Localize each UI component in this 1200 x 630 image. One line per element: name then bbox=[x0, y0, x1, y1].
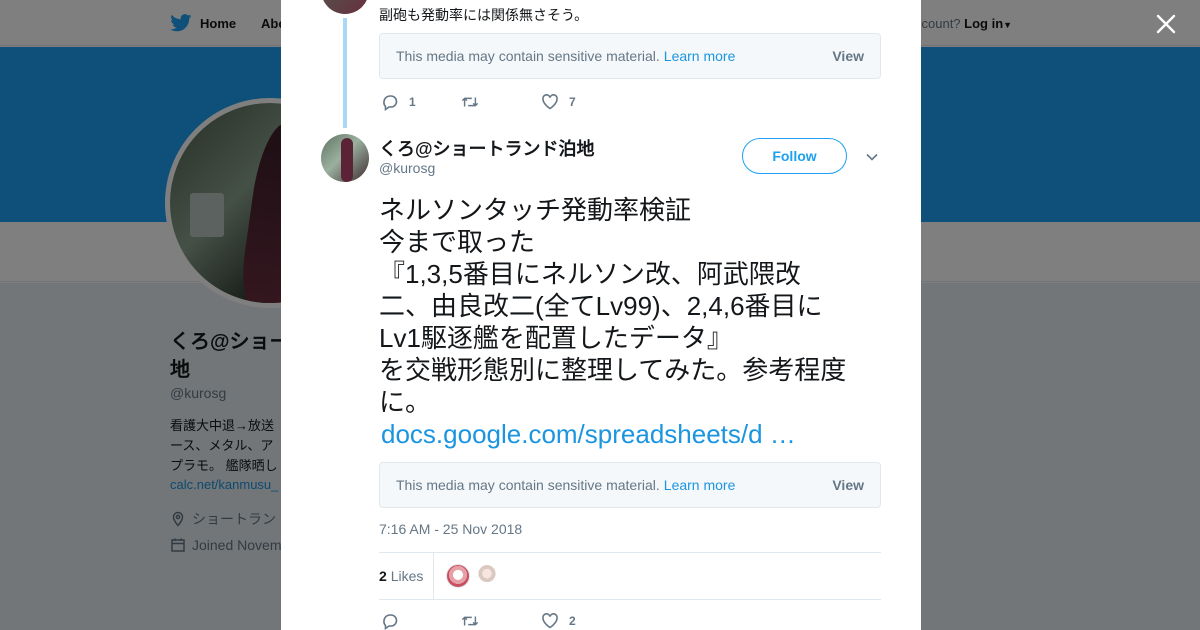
author-avatar[interactable] bbox=[321, 134, 369, 182]
heart-icon bbox=[542, 613, 558, 629]
reply-button[interactable]: 1 bbox=[381, 93, 461, 111]
likes-number: 2 bbox=[379, 568, 387, 584]
stats-divider bbox=[433, 553, 434, 599]
sensitive-media-text: This media may contain sensitive materia… bbox=[396, 477, 660, 493]
previous-tweet-text: 副砲も発動率には関係無さそう。 bbox=[379, 7, 589, 23]
sensitive-media-notice: This media may contain sensitive materia… bbox=[379, 33, 881, 79]
tweet-stats: 2 Likes bbox=[379, 552, 881, 600]
like-count: 7 bbox=[569, 95, 576, 109]
like-button[interactable]: 7 bbox=[541, 93, 621, 111]
tweet-modal: 副砲も発動率には関係無さそう。 This media may contain s… bbox=[281, 0, 921, 630]
reply-button[interactable] bbox=[381, 612, 461, 630]
retweet-icon bbox=[461, 97, 479, 107]
close-button[interactable] bbox=[1152, 10, 1180, 38]
liker-avatar[interactable] bbox=[475, 564, 499, 588]
tweet-link[interactable]: docs.google.com/spreadsheets/d … bbox=[381, 418, 796, 450]
thread-connector bbox=[343, 18, 347, 128]
previous-tweet-actions: 1 7 bbox=[381, 93, 621, 111]
reply-icon bbox=[383, 95, 398, 111]
learn-more-link[interactable]: Learn more bbox=[664, 477, 736, 493]
learn-more-link[interactable]: Learn more bbox=[664, 48, 736, 64]
retweet-icon bbox=[461, 616, 479, 626]
likes-label: Likes bbox=[390, 568, 424, 584]
author-name[interactable]: くろ@ショートランド泊地 bbox=[379, 135, 595, 161]
chevron-down-icon[interactable] bbox=[865, 150, 879, 164]
retweet-button[interactable] bbox=[461, 93, 541, 111]
tweet-timestamp[interactable]: 7:16 AM - 25 Nov 2018 bbox=[379, 521, 522, 537]
retweet-button[interactable] bbox=[461, 612, 541, 630]
view-media-button[interactable]: View bbox=[832, 48, 864, 64]
avatar-guitar bbox=[341, 138, 353, 182]
sensitive-media-notice: This media may contain sensitive materia… bbox=[379, 462, 881, 508]
sensitive-media-message: This media may contain sensitive materia… bbox=[396, 477, 735, 493]
previous-tweet-avatar[interactable] bbox=[321, 0, 369, 14]
close-icon bbox=[1156, 14, 1176, 34]
reply-count: 1 bbox=[409, 95, 416, 109]
heart-icon bbox=[542, 94, 558, 110]
sensitive-media-text: This media may contain sensitive materia… bbox=[396, 48, 660, 64]
like-count: 2 bbox=[569, 614, 576, 628]
reply-icon bbox=[383, 614, 398, 630]
likes-stat[interactable]: 2 Likes bbox=[379, 568, 423, 584]
sensitive-media-message: This media may contain sensitive materia… bbox=[396, 48, 735, 64]
view-media-button[interactable]: View bbox=[832, 477, 864, 493]
tweet-text: ネルソンタッチ発動率検証 今まで取った 『1,3,5番目にネルソン改、阿武隈改 … bbox=[379, 195, 847, 417]
tweet-actions: 2 bbox=[381, 612, 621, 630]
liker-avatar[interactable] bbox=[446, 564, 470, 588]
follow-button[interactable]: Follow bbox=[742, 138, 847, 174]
like-button[interactable]: 2 bbox=[541, 612, 621, 630]
author-handle[interactable]: @kurosg bbox=[379, 160, 435, 176]
